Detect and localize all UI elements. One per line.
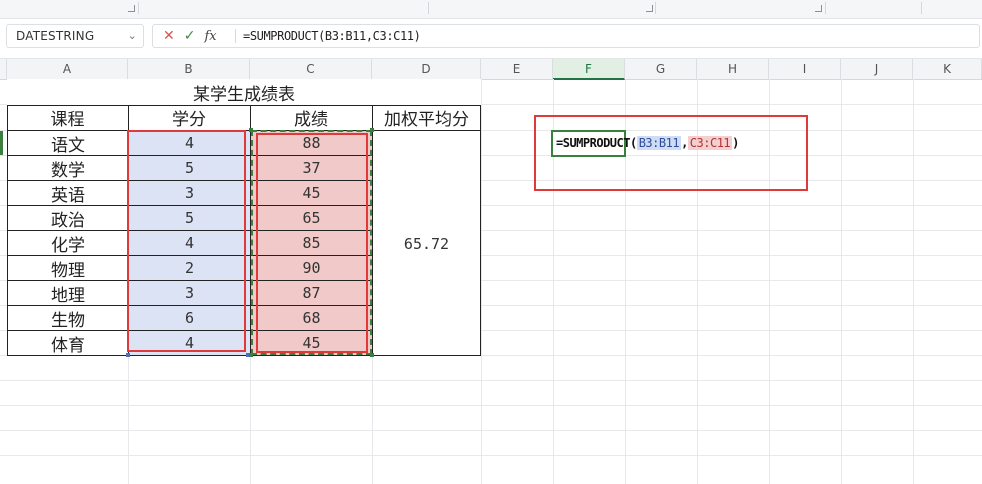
course-cell[interactable]: 化学	[8, 231, 128, 256]
course-cell[interactable]: 语文	[8, 131, 128, 156]
column-header-g[interactable]: G	[625, 59, 697, 79]
column-header-e[interactable]: E	[481, 59, 553, 79]
formula-bar: DATESTRING ⌄ ✕ ✓ fx =SUMPRODUCT(B3:B11,C…	[0, 22, 982, 52]
header-course[interactable]: 课程	[7, 105, 128, 130]
column-header-j[interactable]: J	[841, 59, 913, 79]
column-header-bar: A B C D E F G H I J K	[0, 58, 982, 80]
table-border	[7, 105, 481, 106]
select-all-corner[interactable]	[0, 59, 7, 79]
formula-ref-score: C3:C11	[687, 136, 733, 150]
table-title[interactable]: 某学生成绩表	[7, 79, 481, 105]
formula-divider	[235, 29, 236, 43]
ribbon-separator	[138, 2, 139, 14]
header-weighted-average[interactable]: 加权平均分	[372, 105, 481, 130]
gridline	[0, 380, 982, 381]
active-row-marker	[0, 131, 3, 155]
course-cell[interactable]: 数学	[8, 156, 128, 181]
ribbon-separator	[921, 2, 922, 14]
confirm-icon[interactable]: ✓	[184, 28, 196, 44]
course-cell[interactable]: 物理	[8, 256, 128, 281]
chevron-down-icon[interactable]: ⌄	[128, 25, 137, 47]
insert-function-icon[interactable]: fx	[204, 29, 216, 44]
gridline	[0, 430, 982, 431]
gridline	[481, 79, 482, 484]
column-header-b[interactable]: B	[128, 59, 250, 79]
worksheet-grid[interactable]: 某学生成绩表 课程 学分 成绩 加权平均分 语文 4 88 数学 5 37 英语 3 45 政治 5…	[0, 79, 982, 484]
dialog-launcher-icon[interactable]	[813, 3, 822, 12]
course-cell[interactable]: 生物	[8, 306, 128, 331]
column-header-h[interactable]: H	[697, 59, 769, 79]
column-header-c[interactable]: C	[250, 59, 372, 79]
credit-range-highlight	[127, 130, 246, 352]
table-border	[480, 105, 481, 356]
header-credit[interactable]: 学分	[128, 105, 250, 130]
column-header-k[interactable]: K	[913, 59, 982, 79]
gridline	[841, 79, 842, 484]
name-box-value: DATESTRING	[16, 29, 95, 43]
course-cell[interactable]: 体育	[8, 331, 128, 356]
ribbon-separator	[428, 2, 429, 14]
column-header-f[interactable]: F	[553, 59, 625, 80]
range-handle[interactable]	[249, 128, 253, 132]
header-score[interactable]: 成绩	[250, 105, 372, 130]
range-handle[interactable]	[126, 353, 130, 357]
dialog-launcher-icon[interactable]	[126, 3, 135, 12]
column-header-d[interactable]: D	[372, 59, 481, 79]
score-range-highlight	[256, 133, 368, 353]
formula-suffix: )	[732, 136, 739, 150]
formula-text[interactable]: =SUMPRODUCT(B3:B11,C3:C11)	[243, 25, 421, 47]
course-cell[interactable]: 地理	[8, 281, 128, 306]
formula-separator: ,	[681, 136, 688, 150]
cancel-icon[interactable]: ✕	[163, 28, 175, 44]
course-cell[interactable]: 英语	[8, 181, 128, 206]
table-border	[372, 105, 373, 356]
course-cell[interactable]: 政治	[8, 206, 128, 231]
name-box[interactable]: DATESTRING ⌄	[6, 24, 144, 48]
gridline	[913, 79, 914, 484]
column-header-a[interactable]: A	[7, 59, 128, 79]
formula-prefix: =SUMPRODUCT(	[556, 136, 637, 150]
gridline	[0, 405, 982, 406]
dialog-launcher-icon[interactable]	[644, 3, 653, 12]
ribbon-bottom-strip	[0, 0, 982, 19]
formula-input-area[interactable]: ✕ ✓ fx =SUMPRODUCT(B3:B11,C3:C11)	[152, 24, 980, 48]
ribbon-separator	[825, 2, 826, 14]
range-handle[interactable]	[370, 353, 374, 357]
weighted-average-value[interactable]: 65.72	[372, 131, 481, 356]
table-border	[7, 355, 481, 356]
cell-formula-text[interactable]: =SUMPRODUCT(B3:B11, C3:C11)	[556, 136, 739, 150]
column-header-i[interactable]: I	[769, 59, 841, 79]
gridline	[0, 455, 982, 456]
range-handle[interactable]	[370, 128, 374, 132]
range-handle[interactable]	[249, 353, 253, 357]
table-border	[7, 105, 8, 356]
formula-ref-credit: B3:B11	[636, 136, 682, 150]
ribbon-separator	[655, 2, 656, 14]
